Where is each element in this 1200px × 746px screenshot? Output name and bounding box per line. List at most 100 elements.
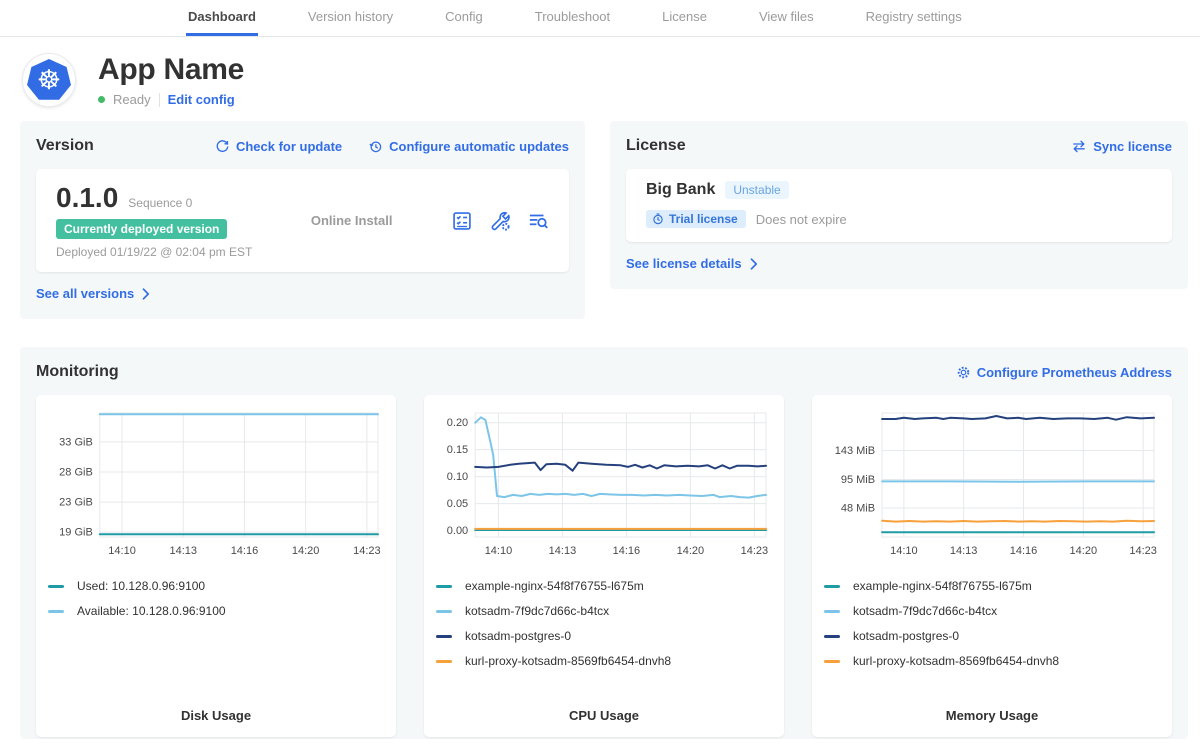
current-version-panel: 0.1.0 Sequence 0 Currently deployed vers… — [36, 169, 569, 272]
tab-version-history[interactable]: Version history — [306, 0, 395, 36]
license-card: License Sync license Big Bank Unstable — [610, 121, 1188, 289]
memory-usage-chart: 14:1014:1314:1614:2014:2348 MiB95 MiB143… — [824, 405, 1160, 567]
sync-license-label: Sync license — [1093, 139, 1172, 154]
see-all-versions-link[interactable]: See all versions — [36, 286, 150, 301]
top-navigation: Dashboard Version history Config Troublesho… — [0, 0, 1200, 37]
tab-troubleshoot[interactable]: Troubleshoot — [533, 0, 612, 36]
see-all-versions-label: See all versions — [36, 286, 134, 301]
edit-config-link[interactable]: Edit config — [168, 92, 235, 107]
svg-text:14:16: 14:16 — [1010, 545, 1038, 557]
app-status-row: Ready Edit config — [98, 92, 244, 107]
see-license-details-label: See license details — [626, 256, 742, 271]
ready-status-dot — [98, 96, 105, 103]
legend-series-label: Available: 10.128.0.96:9100 — [77, 604, 226, 618]
legend-item: example-nginx-54f8f76755-l675m — [436, 579, 772, 593]
legend-color-dash — [436, 585, 452, 588]
legend-series-label: Used: 10.128.0.96:9100 — [77, 579, 205, 593]
disk-usage-legend: Used: 10.128.0.96:9100 Available: 10.128.… — [48, 579, 384, 629]
configure-automatic-updates-link[interactable]: Configure automatic updates — [368, 139, 569, 154]
disk-usage-chart: 14:1014:1314:1614:2014:2319 GiB23 GiB28 … — [48, 405, 384, 567]
legend-series-label: example-nginx-54f8f76755-l675m — [465, 579, 644, 593]
legend-item: Used: 10.128.0.96:9100 — [48, 579, 384, 593]
top-cards-row: Version Check for update Configure autom… — [0, 117, 1200, 319]
deployed-timestamp: Deployed 01/19/22 @ 02:04 pm EST — [56, 245, 252, 259]
chevron-right-icon — [750, 258, 758, 270]
memory-usage-legend: example-nginx-54f8f76755-l675mkotsadm-7f… — [824, 579, 1160, 679]
legend-series-label: kurl-proxy-kotsadm-8569fb6454-dnvh8 — [853, 654, 1059, 668]
license-customer-name: Big Bank — [646, 181, 715, 199]
chart-title-disk: Disk Usage — [48, 708, 384, 723]
svg-text:14:16: 14:16 — [231, 545, 259, 557]
svg-text:14:10: 14:10 — [108, 545, 136, 557]
svg-text:48 MiB: 48 MiB — [841, 502, 875, 514]
legend-color-dash — [436, 660, 452, 663]
chart-card-memory-usage: 14:1014:1314:1614:2014:2348 MiB95 MiB143… — [812, 395, 1172, 737]
chart-card-cpu-usage: 14:1014:1314:1614:2014:230.000.050.100.1… — [424, 395, 784, 737]
version-number: 0.1.0 — [56, 182, 118, 214]
configure-prometheus-link[interactable]: Configure Prometheus Address — [956, 365, 1172, 380]
svg-text:14:16: 14:16 — [613, 545, 641, 557]
legend-color-dash — [824, 660, 840, 663]
clock-icon — [652, 213, 664, 225]
config-wrench-gear-icon[interactable] — [489, 210, 511, 232]
cpu-usage-legend: example-nginx-54f8f76755-l675m kotsadm-7f… — [436, 579, 772, 679]
svg-text:0.00: 0.00 — [447, 525, 468, 537]
legend-color-dash — [436, 635, 452, 638]
legend-color-dash — [824, 585, 840, 588]
clock-refresh-icon — [368, 139, 383, 154]
chart-title-cpu: CPU Usage — [436, 708, 772, 723]
legend-color-dash — [48, 610, 64, 613]
deployed-badge: Currently deployed version — [56, 219, 227, 239]
svg-text:14:10: 14:10 — [485, 545, 513, 557]
see-license-details-link[interactable]: See license details — [626, 256, 758, 271]
version-sequence: Sequence 0 — [128, 196, 192, 210]
channel-badge: Unstable — [725, 181, 788, 199]
svg-text:19 GiB: 19 GiB — [59, 527, 93, 539]
deploy-logs-magnifier-icon[interactable] — [527, 210, 549, 232]
svg-text:143 MiB: 143 MiB — [835, 445, 875, 457]
legend-item: kurl-proxy-kotsadm-8569fb6454-dnvh8 — [436, 654, 772, 668]
svg-text:14:23: 14:23 — [1129, 545, 1157, 557]
license-details-panel: Big Bank Unstable Trial license Does not… — [626, 169, 1172, 242]
svg-text:14:13: 14:13 — [169, 545, 197, 557]
monitoring-section: Monitoring Configure Prometheus Address … — [20, 347, 1188, 739]
install-type-label: Online Install — [252, 213, 451, 228]
app-title: App Name — [98, 53, 244, 87]
legend-item: Available: 10.128.0.96:9100 — [48, 604, 384, 618]
monitoring-title: Monitoring — [36, 363, 119, 381]
chart-card-disk-usage: 14:1014:1314:1614:2014:2319 GiB23 GiB28 … — [36, 395, 396, 737]
tab-dashboard[interactable]: Dashboard — [186, 0, 258, 36]
svg-text:0.05: 0.05 — [447, 498, 468, 510]
app-icon: ☸ — [22, 53, 76, 107]
svg-text:23 GiB: 23 GiB — [59, 497, 93, 509]
svg-text:14:23: 14:23 — [353, 545, 381, 557]
tab-license[interactable]: License — [660, 0, 709, 36]
legend-series-label: example-nginx-54f8f76755-l675m — [853, 579, 1032, 593]
svg-text:95 MiB: 95 MiB — [841, 474, 875, 486]
trial-license-badge: Trial license — [646, 210, 746, 228]
trial-license-label: Trial license — [669, 212, 738, 226]
app-header: ☸ App Name Ready Edit config — [0, 37, 1200, 117]
legend-color-dash — [824, 635, 840, 638]
chart-title-memory: Memory Usage — [824, 708, 1160, 723]
cpu-usage-chart: 14:1014:1314:1614:2014:230.000.050.100.1… — [436, 405, 772, 567]
svg-text:14:20: 14:20 — [1070, 545, 1098, 557]
tab-registry-settings[interactable]: Registry settings — [864, 0, 964, 36]
legend-color-dash — [824, 610, 840, 613]
divider — [159, 93, 160, 107]
tab-view-files[interactable]: View files — [757, 0, 816, 36]
license-card-title: License — [626, 137, 686, 155]
svg-text:14:20: 14:20 — [292, 545, 320, 557]
legend-series-label: kotsadm-7f9dc7d66c-b4tcx — [465, 604, 609, 618]
sync-license-link[interactable]: Sync license — [1071, 139, 1172, 154]
svg-text:14:13: 14:13 — [549, 545, 577, 557]
configure-prometheus-label: Configure Prometheus Address — [977, 365, 1172, 380]
legend-series-label: kurl-proxy-kotsadm-8569fb6454-dnvh8 — [465, 654, 671, 668]
kubernetes-heptagon: ☸ — [27, 59, 71, 101]
check-for-update-link[interactable]: Check for update — [215, 139, 342, 154]
preflight-checklist-icon[interactable] — [451, 210, 473, 232]
version-card: Version Check for update Configure autom… — [20, 121, 585, 319]
tab-config[interactable]: Config — [443, 0, 485, 36]
kots-admin-dashboard: Dashboard Version history Config Troublesho… — [0, 0, 1200, 739]
svg-text:0.10: 0.10 — [447, 471, 468, 483]
